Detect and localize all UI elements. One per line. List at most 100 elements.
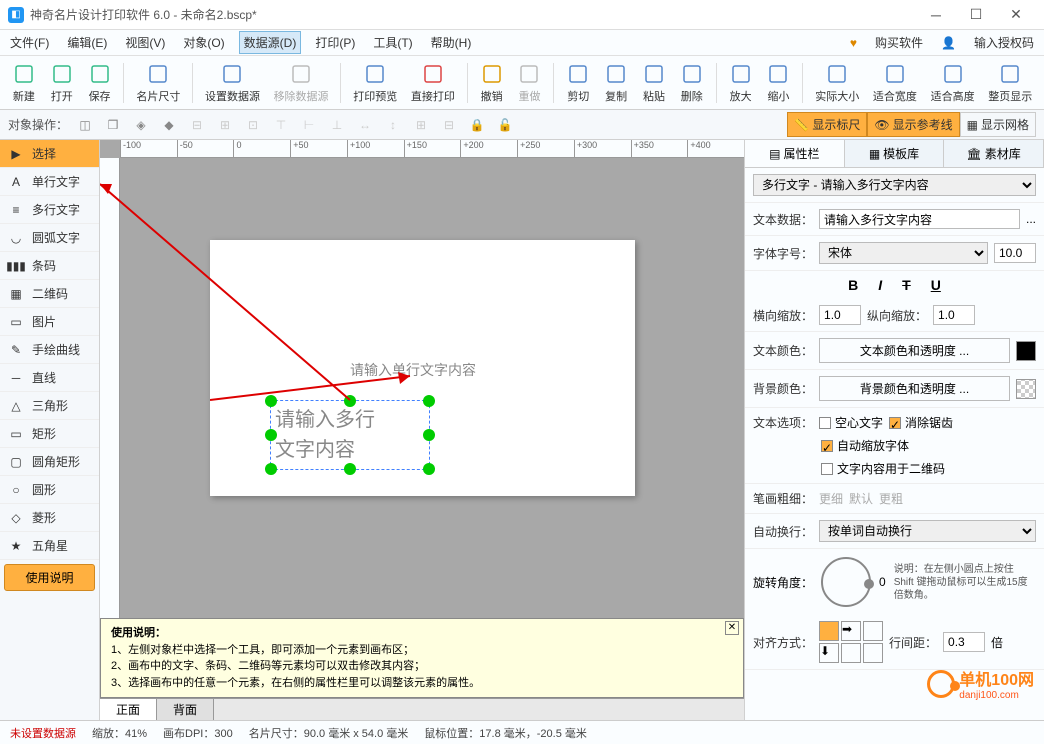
help-button[interactable]: 使用说明 <box>4 564 95 591</box>
align-mc[interactable] <box>841 643 861 663</box>
hscale-input[interactable] <box>819 305 861 325</box>
textcolor-button[interactable]: 文本颜色和透明度 ... <box>819 338 1010 363</box>
menu-0[interactable]: 文件(F) <box>6 32 53 53</box>
buy-link[interactable]: 购买软件 <box>871 32 927 53</box>
strike-button[interactable]: T <box>902 277 911 293</box>
tb-save[interactable]: 保存 <box>82 60 118 106</box>
tb-zoomout[interactable]: 缩小 <box>761 60 797 106</box>
rtab-props[interactable]: ▤ 属性栏 <box>745 140 845 167</box>
tab-back[interactable]: 背面 <box>157 699 214 720</box>
align-tc[interactable]: ➡ <box>841 621 861 641</box>
tool-singletext[interactable]: A单行文字 <box>0 168 99 196</box>
tb-preview[interactable]: 打印预览 <box>347 60 403 106</box>
chk-autoscale[interactable]: ✓自动缩放字体 <box>821 437 909 454</box>
menu-7[interactable]: 帮助(H) <box>427 32 476 53</box>
lock-icon: 🔒 <box>466 114 488 136</box>
toggle-ruler[interactable]: 📏 显示标尺 <box>787 112 867 137</box>
menu-2[interactable]: 视图(V) <box>121 32 169 53</box>
tool-triangle[interactable]: △三角形 <box>0 392 99 420</box>
layer-icon[interactable]: ◫ <box>74 114 96 136</box>
layer2-icon[interactable]: ❒ <box>102 114 124 136</box>
tool-rect[interactable]: ▭矩形 <box>0 420 99 448</box>
tool-multitext[interactable]: ≡多行文字 <box>0 196 99 224</box>
linespace-input[interactable] <box>943 632 985 652</box>
align-ml[interactable]: ⬇ <box>819 643 839 663</box>
single-text-element[interactable]: 请输入单行文字内容 <box>350 360 476 380</box>
tool-star[interactable]: ★五角星 <box>0 532 99 560</box>
auth-link[interactable]: 输入授权码 <box>970 32 1038 53</box>
tb-copy[interactable]: 复制 <box>598 60 634 106</box>
tool-qrcode[interactable]: ▦二维码 <box>0 280 99 308</box>
align-right-icon: ⊡ <box>242 114 264 136</box>
tool-arctext[interactable]: ◡圆弧文字 <box>0 224 99 252</box>
tb-actual[interactable]: 实际大小 <box>809 60 865 106</box>
rotate-dial[interactable] <box>821 557 871 607</box>
tb-cut[interactable]: 剪切 <box>560 60 596 106</box>
bgcolor-swatch[interactable] <box>1016 379 1036 399</box>
tb-paste[interactable]: 粘贴 <box>636 60 672 106</box>
pen-thin[interactable]: 更细 <box>819 490 843 507</box>
tb-delete[interactable]: 删除 <box>674 60 710 106</box>
tab-front[interactable]: 正面 <box>100 699 157 720</box>
tb-open[interactable]: 打开 <box>44 60 80 106</box>
tool-image[interactable]: ▭图片 <box>0 308 99 336</box>
chk-hollow[interactable]: 空心文字 <box>819 414 883 431</box>
font-select[interactable]: 宋体 <box>819 242 988 264</box>
text-data-input[interactable] <box>819 209 1020 229</box>
toggle-grid[interactable]: ▦ 显示网格 <box>960 112 1036 137</box>
maximize-button[interactable]: ☐ <box>956 1 996 29</box>
align-tr[interactable] <box>863 621 883 641</box>
tool-freehand[interactable]: ✎手绘曲线 <box>0 336 99 364</box>
wrap-select[interactable]: 按单词自动换行 <box>819 520 1036 542</box>
textcolor-swatch[interactable] <box>1016 341 1036 361</box>
rtab-assets[interactable]: 🏛 素材库 <box>944 140 1044 167</box>
align-left-icon: ⊟ <box>186 114 208 136</box>
bold-button[interactable]: B <box>848 277 858 293</box>
layer3-icon[interactable]: ◈ <box>130 114 152 136</box>
tb-fith[interactable]: 适合高度 <box>925 60 981 106</box>
tb-setds[interactable]: 设置数据源 <box>199 60 266 106</box>
dist-h-icon: ↔ <box>354 114 376 136</box>
menu-1[interactable]: 编辑(E) <box>63 32 111 53</box>
minimize-button[interactable]: ─ <box>916 1 956 29</box>
ruler-horizontal: -100-500+50+100+150+200+250+300+350+400 <box>120 140 744 158</box>
pen-thick[interactable]: 更粗 <box>879 490 903 507</box>
tool-barcode[interactable]: ▮▮▮条码 <box>0 252 99 280</box>
tb-undo[interactable]: 撤销 <box>474 60 510 106</box>
tb-zoomin[interactable]: 放大 <box>723 60 759 106</box>
tool-select[interactable]: ▶选择 <box>0 140 99 168</box>
tool-circle[interactable]: ○圆形 <box>0 476 99 504</box>
align-mr[interactable] <box>863 643 883 663</box>
tool-line[interactable]: ─直线 <box>0 364 99 392</box>
tb-cardsize[interactable]: 名片尺寸 <box>130 60 186 106</box>
vscale-input[interactable] <box>933 305 975 325</box>
menu-3[interactable]: 对象(O) <box>179 32 228 53</box>
canvas[interactable]: 请输入单行文字内容 请输入多行文字内容 <box>210 240 635 496</box>
help-box: ✕ 使用说明： 1、左侧对象栏中选择一个工具，即可添加一个元素到画布区； 2、画… <box>100 618 744 698</box>
tb-print[interactable]: 直接打印 <box>405 60 461 106</box>
tb-fitall[interactable]: 整页显示 <box>982 60 1038 106</box>
menu-6[interactable]: 工具(T) <box>369 32 416 53</box>
chk-qrcontent[interactable]: 文字内容用于二维码 <box>821 460 945 477</box>
italic-button[interactable]: I <box>878 277 882 293</box>
pen-default[interactable]: 默认 <box>849 490 873 507</box>
tool-roundrect[interactable]: ▢圆角矩形 <box>0 448 99 476</box>
menu-4[interactable]: 数据源(D) <box>239 31 302 54</box>
underline-button[interactable]: U <box>931 277 941 293</box>
rtab-templates[interactable]: ▦ 模板库 <box>845 140 945 167</box>
bgcolor-button[interactable]: 背景颜色和透明度 ... <box>819 376 1010 401</box>
help-close-button[interactable]: ✕ <box>725 621 739 635</box>
text-data-more[interactable]: ... <box>1026 212 1036 226</box>
tool-diamond[interactable]: ◇菱形 <box>0 504 99 532</box>
align-tl[interactable] <box>819 621 839 641</box>
menu-5[interactable]: 打印(P) <box>311 32 359 53</box>
chk-antialias[interactable]: ✓消除锯齿 <box>889 414 953 431</box>
fontsize-input[interactable] <box>994 243 1036 263</box>
tb-fitw[interactable]: 适合宽度 <box>867 60 923 106</box>
tb-new[interactable]: 新建 <box>6 60 42 106</box>
layer4-icon[interactable]: ◆ <box>158 114 180 136</box>
close-button[interactable]: ✕ <box>996 1 1036 29</box>
object-type-select[interactable]: 多行文字 - 请输入多行文字内容 <box>753 174 1036 196</box>
toggle-guides[interactable]: 👁 显示参考线 <box>867 112 959 137</box>
multi-text-element[interactable]: 请输入多行文字内容 <box>270 400 430 470</box>
